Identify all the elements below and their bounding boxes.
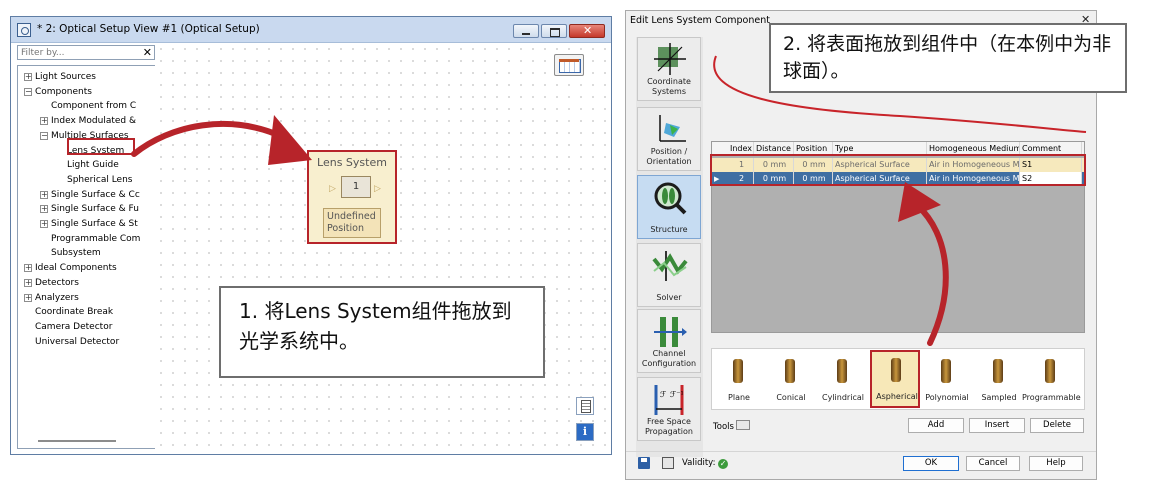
drag-arrow-1-head — [268, 115, 312, 165]
drag-arrow-2-head — [898, 182, 941, 222]
drag-arrow-2 — [914, 202, 949, 346]
surface-rows-highlight — [710, 154, 1086, 186]
drag-arrow-1 — [131, 121, 288, 157]
decorative-curve — [713, 55, 1087, 133]
annotation-overlay — [67, 55, 1087, 346]
lens-system-tree-highlight — [67, 138, 135, 155]
